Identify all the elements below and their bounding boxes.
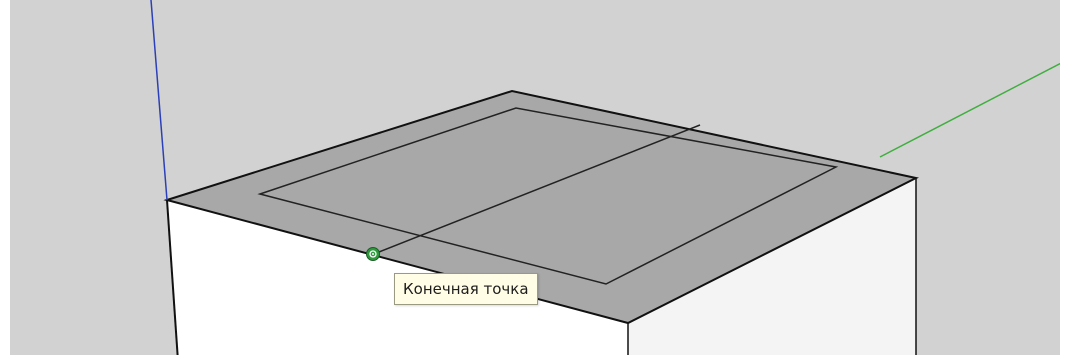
bottom-edge-strip: [0, 355, 1067, 361]
sketchup-viewport[interactable]: Конечная точка: [0, 0, 1067, 361]
inference-tooltip: Конечная точка: [394, 273, 538, 305]
left-edge-strip: [0, 0, 10, 361]
endpoint-inference-icon: [366, 247, 380, 261]
model-scene[interactable]: [0, 0, 1067, 361]
right-edge-strip: [1060, 0, 1067, 361]
